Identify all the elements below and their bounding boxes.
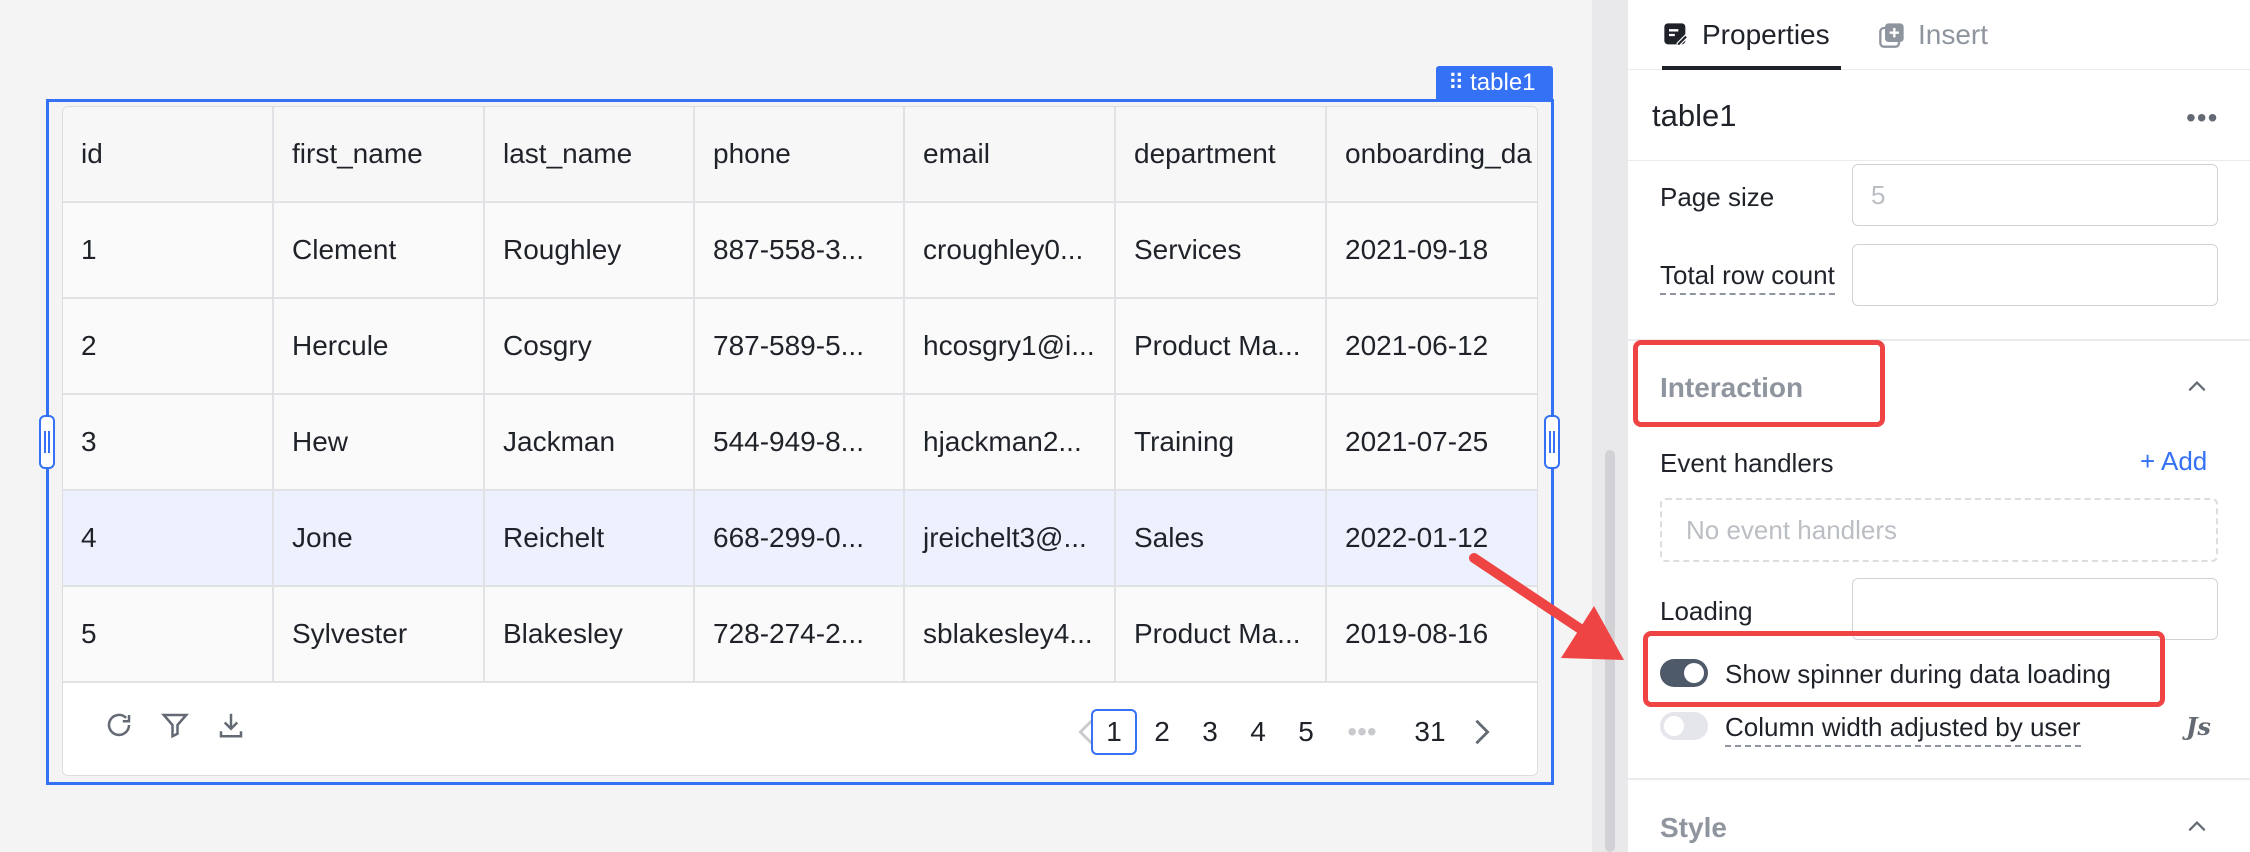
table-cell: 1: [63, 203, 274, 297]
properties-icon: [1664, 23, 1689, 47]
table-cell: hcosgry1@i...: [905, 299, 1116, 393]
annotation-highlight-spinner: [1643, 631, 2165, 707]
table-cell: 2021-07-25: [1345, 426, 1489, 457]
component-name[interactable]: table1: [1652, 98, 1736, 134]
table-row[interactable]: 2 Hercule Cosgry 787-589-5... hcosgry1@i…: [63, 299, 1537, 395]
table-cell: jreichelt3@...: [905, 491, 1116, 585]
table-cell: Sales: [1116, 491, 1327, 585]
page-ellipsis[interactable]: •••: [1339, 709, 1385, 755]
table-row[interactable]: 5 Sylvester Blakesley 728-274-2... sblak…: [63, 587, 1537, 683]
total-row-count-input[interactable]: [1852, 244, 2218, 306]
page-button-current[interactable]: 1: [1091, 709, 1137, 755]
loading-label: Loading: [1660, 596, 1753, 626]
event-handlers-label: Event handlers: [1660, 448, 1834, 478]
drag-grip-icon[interactable]: ⠿: [1448, 66, 1464, 100]
canvas-scrollbar-thumb[interactable]: [1605, 450, 1615, 852]
tab-properties[interactable]: Properties: [1662, 0, 1830, 70]
page-size-label: Page size: [1660, 182, 1775, 212]
style-section-title[interactable]: Style: [1660, 812, 1727, 844]
table-cell: Hew: [274, 395, 485, 489]
tab-insert-label: Insert: [1918, 19, 1989, 50]
column-header[interactable]: email: [905, 107, 1116, 201]
table-cell: 2019-08-16: [1345, 618, 1489, 649]
resize-handle-left[interactable]: [39, 415, 55, 469]
table-cell: Product Ma...: [1116, 299, 1327, 393]
table-cell: Clement: [274, 203, 485, 297]
table-cell: 544-949-8...: [695, 395, 905, 489]
table-row[interactable]: 1 Clement Roughley 887-558-3... croughle…: [63, 203, 1537, 299]
column-header[interactable]: onboarding_da: [1327, 107, 1537, 201]
table-cell: Training: [1116, 395, 1327, 489]
filter-icon[interactable]: [157, 707, 193, 743]
table-cell: Product Ma...: [1116, 587, 1327, 681]
page-button[interactable]: 3: [1187, 709, 1233, 755]
column-header[interactable]: id: [63, 107, 274, 201]
chevron-up-icon[interactable]: [2186, 376, 2208, 398]
table-cell: 787-589-5...: [695, 299, 905, 393]
table-cell: Cosgry: [485, 299, 695, 393]
table-cell: Sylvester: [274, 587, 485, 681]
table-cell: 4: [63, 491, 274, 585]
next-page-button[interactable]: [1459, 709, 1505, 755]
table-cell: hjackman2...: [905, 395, 1116, 489]
page-button[interactable]: 5: [1283, 709, 1329, 755]
component-tag-label: table1: [1470, 69, 1536, 96]
tab-properties-label: Properties: [1702, 19, 1830, 50]
table-cell: 3: [63, 395, 274, 489]
table-cell: Jone: [274, 491, 485, 585]
page-button-last[interactable]: 31: [1407, 709, 1453, 755]
table-cell: Jackman: [485, 395, 695, 489]
table-cell: 2: [63, 299, 274, 393]
table-cell: Hercule: [274, 299, 485, 393]
table-cell: Reichelt: [485, 491, 695, 585]
table-cell: 668-299-0...: [695, 491, 905, 585]
column-width-toggle[interactable]: [1660, 712, 1708, 740]
table-row-highlighted[interactable]: 4 Jone Reichelt 668-299-0... jreichelt3@…: [63, 491, 1537, 587]
more-icon[interactable]: •••: [2186, 102, 2218, 134]
table-cell: 2021-06-12: [1345, 330, 1489, 361]
event-handlers-empty: No event handlers: [1660, 498, 2218, 562]
table-footer: 1 2 3 4 5 ••• 31: [63, 683, 1537, 775]
total-row-count-label: Total row count: [1660, 260, 1835, 295]
table-cell: 2022-01-12: [1345, 522, 1489, 553]
table-header-row: id first_name last_name phone email depa…: [63, 107, 1537, 203]
divider: [1628, 160, 2250, 161]
table-cell: sblakesley4...: [905, 587, 1116, 681]
refresh-icon[interactable]: [101, 707, 137, 743]
js-icon[interactable]: Js: [2186, 712, 2211, 741]
table-cell: 728-274-2...: [695, 587, 905, 681]
insert-icon: [1879, 23, 1904, 48]
table-cell: Roughley: [485, 203, 695, 297]
resize-handle-right[interactable]: [1544, 415, 1560, 469]
add-event-handler-button[interactable]: + Add: [2140, 446, 2207, 477]
page-size-input[interactable]: 5: [1852, 164, 2218, 226]
canvas: ⠿ table1 id first_name last_name phone e…: [0, 0, 1592, 852]
table-cell: croughley0...: [905, 203, 1116, 297]
table-row[interactable]: 3 Hew Jackman 544-949-8... hjackman2... …: [63, 395, 1537, 491]
page-button[interactable]: 2: [1139, 709, 1185, 755]
column-header[interactable]: department: [1116, 107, 1327, 201]
active-tab-indicator: [1662, 66, 1841, 70]
download-icon[interactable]: [213, 707, 249, 743]
table-cell: 5: [63, 587, 274, 681]
tab-insert[interactable]: Insert: [1878, 0, 1988, 70]
annotation-highlight-interaction: [1633, 340, 1885, 427]
panel-tabs: Properties Insert: [1628, 0, 2250, 70]
component-tag[interactable]: ⠿ table1: [1436, 66, 1553, 100]
column-width-label: Column width adjusted by user: [1725, 712, 2081, 747]
divider: [1628, 778, 2250, 780]
column-header[interactable]: first_name: [274, 107, 485, 201]
data-table: id first_name last_name phone email depa…: [62, 106, 1538, 776]
column-header[interactable]: phone: [695, 107, 905, 201]
table-cell: 887-558-3...: [695, 203, 905, 297]
table-cell: Blakesley: [485, 587, 695, 681]
chevron-up-icon[interactable]: [2186, 816, 2208, 838]
table-cell: 2021-09-18: [1345, 234, 1489, 265]
page-button[interactable]: 4: [1235, 709, 1281, 755]
column-header[interactable]: last_name: [485, 107, 695, 201]
table-cell: Services: [1116, 203, 1327, 297]
